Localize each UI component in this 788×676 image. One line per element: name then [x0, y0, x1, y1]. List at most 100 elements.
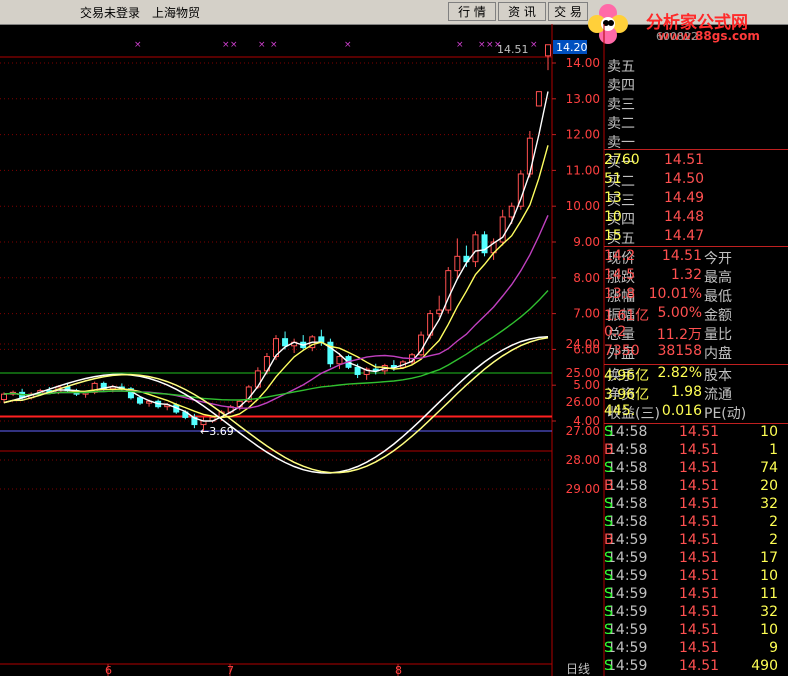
last-price-tag: 14.20	[556, 41, 588, 54]
osc-axis-label: 29.00	[566, 482, 600, 496]
quote-value: 1.32	[670, 267, 702, 283]
quote-panel: 卖五 卖四 卖三 卖二 卖一 买一 14.51 2760 买二 14.50 51 买三 14.49 13…	[604, 54, 788, 676]
tick-row: 14:59 14.51 10 S	[604, 568, 788, 586]
finance-label: 流通	[704, 387, 732, 403]
tick-row: 14:59 14.51 32 S	[604, 604, 788, 622]
tick-row: 14:58 14.51 2 S	[604, 514, 788, 532]
quote-label: 内盘	[704, 346, 732, 362]
candle-body	[472, 234, 479, 263]
osc-axis-label: 25.00	[566, 366, 600, 380]
sell-book-row: 卖一	[604, 132, 788, 151]
finance-label: 股本	[704, 368, 732, 384]
sell-level-label: 卖四	[607, 78, 635, 94]
tick-volume: 17	[760, 550, 778, 566]
finance-row: 收益(三) 0.016 PE(动) 445.	[604, 403, 788, 422]
signal-mark: ×	[230, 40, 238, 50]
buy-level-volume: 15	[604, 228, 622, 244]
signal-mark: ×	[344, 40, 352, 50]
candle-body	[436, 309, 443, 315]
tick-volume: 20	[760, 478, 778, 494]
tick-volume: 490	[751, 658, 778, 674]
signal-mark: ×	[270, 40, 278, 50]
tick-flag: B	[604, 442, 614, 458]
quote-label: 最高	[704, 270, 732, 286]
quote-label: 量比	[704, 327, 732, 343]
buy-level-volume: 51	[604, 171, 622, 187]
quote-row: 总量 11.2万 量比 0.2	[604, 324, 788, 343]
low-price-label: ←3.69	[200, 425, 234, 438]
tick-price: 14.51	[679, 622, 720, 638]
candle-body	[526, 137, 533, 175]
quote-row: 涨跌 1.32 最高 14.5	[604, 267, 788, 286]
buy-level-volume: 10	[604, 209, 622, 225]
tick-row: 14:59 14.51 2 B	[604, 532, 788, 550]
quote-value: 13.8	[604, 286, 636, 302]
quote-label: 最低	[704, 289, 732, 305]
tick-row: 14:58 14.51 20 B	[604, 478, 788, 496]
date-axis-label: 6	[105, 664, 112, 676]
candle-body	[454, 255, 461, 272]
tick-time: 14:59	[607, 622, 648, 638]
quote-label: 金额	[704, 308, 732, 324]
tick-row: 14:59 14.51 11 S	[604, 586, 788, 604]
price-axis-label: 9.00	[573, 235, 600, 249]
tick-time: 14:59	[607, 658, 648, 674]
tick-price: 14.51	[679, 568, 720, 584]
tick-flag: S	[604, 550, 613, 566]
osc-axis-label: 26.00	[566, 395, 600, 409]
tick-volume: 10	[760, 622, 778, 638]
price-axis-label: 8.00	[573, 271, 600, 285]
tick-time: 14:58	[607, 496, 648, 512]
tick-flag: S	[604, 640, 613, 656]
tick-price: 14.51	[679, 586, 720, 602]
candle-body	[282, 338, 289, 347]
tick-volume: 2	[769, 532, 778, 548]
tick-time: 14:59	[607, 568, 648, 584]
tick-flag: S	[604, 496, 613, 512]
price-axis-label: 13.00	[566, 92, 600, 106]
quote-value: 1.61亿	[604, 308, 650, 324]
tick-price: 14.51	[679, 460, 720, 476]
sell-book-row: 卖四	[604, 75, 788, 94]
osc-axis-label: 24.00	[566, 337, 600, 351]
quote-value: 7350	[604, 343, 640, 359]
signal-mark: ×	[486, 40, 494, 50]
tick-price: 14.51	[679, 658, 720, 674]
signal-mark: ×	[134, 40, 142, 50]
signal-mark: ×	[478, 40, 486, 50]
quote-value: 14.5	[604, 267, 636, 283]
finance-value: 4.96亿	[604, 368, 650, 384]
buy-level-volume: 13	[604, 190, 622, 206]
tick-flag: B	[604, 532, 614, 548]
tick-time: 14:59	[607, 586, 648, 602]
tick-price: 14.51	[679, 604, 720, 620]
tick-price: 14.51	[679, 478, 720, 494]
tick-flag: S	[604, 568, 613, 584]
tick-flag: S	[604, 460, 613, 476]
price-axis-label: 10.00	[566, 199, 600, 213]
sell-level-label: 卖五	[607, 59, 635, 75]
sell-book-row: 卖三	[604, 94, 788, 113]
quote-row: 外盘 38158 内盘 7350	[604, 343, 788, 362]
quote-row: 现价 14.51 今开 14.2	[604, 248, 788, 267]
candle-body	[517, 173, 524, 207]
tick-row: 14:58 14.51 1 B	[604, 442, 788, 460]
buy-book-row: 买二 14.50 51	[604, 171, 788, 190]
sell-level-label: 卖二	[607, 116, 635, 132]
quote-value: 0.2	[604, 324, 627, 340]
tick-time: 14:59	[607, 550, 648, 566]
osc-axis-label: 28.00	[566, 453, 600, 467]
tick-time: 14:59	[607, 640, 648, 656]
buy-level-volume: 2760	[604, 152, 640, 168]
candle-body	[137, 397, 143, 404]
date-axis-label: 7	[227, 664, 234, 676]
quote-value: 38158	[657, 343, 702, 359]
buy-level-price: 14.50	[664, 171, 705, 187]
tick-row: 14:59 14.51 9 S	[604, 640, 788, 658]
tick-flag: S	[604, 604, 613, 620]
price-axis-label: 5.00	[573, 378, 600, 392]
finance-row: 换手 2.82% 股本 4.96亿	[604, 365, 788, 384]
tick-time: 14:58	[607, 460, 648, 476]
tick-volume: 32	[760, 604, 778, 620]
period-label: 日线	[566, 662, 590, 676]
